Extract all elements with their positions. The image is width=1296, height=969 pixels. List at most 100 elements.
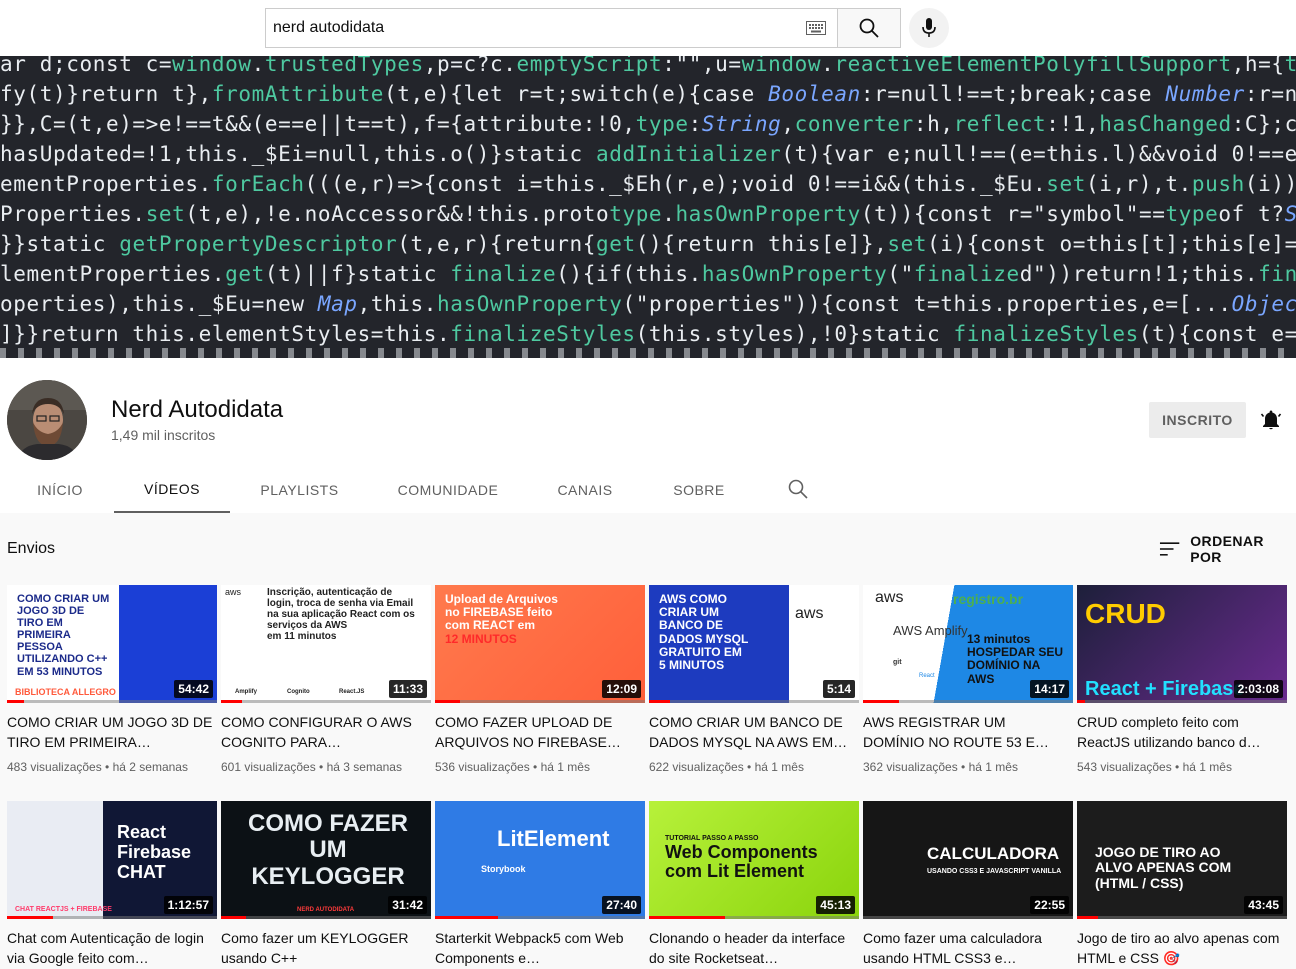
duration-badge: 11:33 [388,680,427,698]
search-input[interactable] [273,9,793,47]
thumbnail-text: COMO FAZER UM KEYLOGGER [243,810,413,890]
thumbnail-react-label: React [919,673,935,679]
video-title[interactable]: Starterkit Webpack5 com Web Components e… [435,928,645,968]
banner-code-line: Properties.set(t,e),!e.noAccessor&&!this… [0,202,1296,226]
video-thumbnail[interactable]: React Firebase CHAT CHAT REACTJS + FIREBASE… [7,801,217,919]
section-title: Envios [7,540,56,557]
video-thumbnail[interactable]: COMO CRIAR UM JOGO 3D DE TIRO EM PRIMEIRA PE… [7,585,217,703]
thumbnail-text-line: PRIMEIRA [17,629,71,642]
video-thumbnail[interactable]: Inscrição, autenticação de login, troca d… [221,585,431,703]
tab-sobre[interactable]: SOBRE [643,466,755,514]
video-card[interactable]: COMO FAZER UM KEYLOGGER NERD AUTODIDATA 31:… [221,801,431,968]
search-icon [859,18,879,38]
video-thumbnail[interactable]: 13 minutos HOSPEDAR SEU DOMÍNIO NA AWS aws re… [863,585,1073,703]
channel-name: Nerd Autodidata [111,396,284,423]
search-box[interactable] [265,8,837,48]
video-thumbnail[interactable]: COMO FAZER UM KEYLOGGER NERD AUTODIDATA 31:… [221,801,431,919]
video-title[interactable]: Chat com Autenticação de login via Googl… [7,928,217,968]
video-card[interactable]: Upload de Arquivos no FIREBASE feito com R… [435,585,645,774]
banner-code-line: ]}}return this.elementStyles=this.finali… [0,322,1296,346]
notification-bell-icon[interactable] [1259,408,1283,432]
watch-progress-bar [7,700,24,703]
thumbnail-logo-label: Cognito [287,689,310,695]
sort-button[interactable]: ORDENAR POR [1159,533,1296,565]
thumbnail-badge: aws [795,605,824,622]
video-title[interactable]: Jogo de tiro ao alvo apenas com HTML e C… [1077,928,1287,968]
video-title[interactable]: Clonando o header da interface do site R… [649,928,859,968]
video-thumbnail[interactable]: Upload de Arquivos no FIREBASE feito com R… [435,585,645,703]
thumbnail-text: AWS COMO CRIAR UM BANCO DE DADOS MYSQL GRATU… [659,592,748,672]
thumbnail-text-line: JOGO 3D DE [17,605,85,618]
thumbnail-text-line: ALVO APENAS COM [1095,859,1232,876]
video-title[interactable]: COMO CRIAR UM BANCO DE DADOS MYSQL NA AW… [649,712,859,752]
subscriber-count: 1,49 mil inscritos [111,427,216,443]
banner-code-keyword: get [595,232,636,256]
banner-code-line: ementProperties.forEach(((e,r)=>{const i… [0,172,1296,196]
watch-progress-bar [1077,700,1086,703]
search-button[interactable] [837,8,901,48]
banner-code-keyword: getPropertyDescriptor [119,232,398,256]
video-card[interactable]: CALCULADORA USANDO CSS3 E JAVASCRIPT VANI… [863,801,1073,968]
banner-code-line: }}static getPropertyDescriptor(t,e,r){re… [0,232,1296,256]
thumbnail-text-line: em 11 minutos [267,631,337,642]
thumbnail-text-line: JOGO DE TIRO AO [1095,844,1221,860]
video-thumbnail[interactable]: TUTORIAL PASSO A PASSO Web Components com … [649,801,859,919]
video-title[interactable]: COMO CONFIGURAR O AWS COGNITO PARA… [221,712,431,752]
tab-playlists[interactable]: PLAYLISTS [231,466,368,514]
watch-progress-bar [435,916,498,919]
video-card[interactable]: React Firebase CHAT CHAT REACTJS + FIREBASE… [7,801,217,968]
duration-badge: 27:40 [602,896,641,914]
channel-search-icon[interactable] [787,478,809,500]
banner-code-keyword: hasOwnProperty [437,292,623,316]
watch-progress-bar [649,700,670,703]
video-card[interactable]: 13 minutos HOSPEDAR SEU DOMÍNIO NA AWS aws re… [863,585,1073,774]
thumbnail-text: Upload de Arquivos no FIREBASE feito com R… [445,592,558,646]
watch-progress-track [221,916,431,919]
avatar[interactable] [7,380,87,460]
video-card[interactable]: TUTORIAL PASSO A PASSO Web Components com … [649,801,859,968]
video-card[interactable]: COMO CRIAR UM JOGO 3D DE TIRO EM PRIMEIRA PE… [7,585,217,774]
tab-inicio[interactable]: INÍCIO [7,466,113,514]
thumbnail-badge: aws [225,587,242,597]
keyboard-icon[interactable] [806,21,826,35]
tab-videos[interactable]: VÍDEOS [114,466,230,514]
video-card[interactable]: LitElement Storybook 27:40 Starterkit Webpa… [435,801,645,968]
video-title[interactable]: COMO CRIAR UM JOGO 3D DE TIRO EM PRIMEIR… [7,712,217,752]
video-card[interactable]: AWS COMO CRIAR UM BANCO DE DADOS MYSQL GRATU… [649,585,859,774]
banner-code-keyword: set [887,232,928,256]
banner-code-keyword: String [701,112,782,136]
thumbnail-git-label: git [893,659,902,666]
watch-progress-bar [649,916,725,919]
subscribe-button[interactable]: INSCRITO [1149,402,1246,438]
tab-comunidade[interactable]: COMUNIDADE [369,466,527,514]
video-title[interactable]: Como fazer um KEYLOGGER usando C++ [221,928,431,968]
watch-progress-bar [1077,916,1098,919]
banner-code-keyword: window [172,56,252,76]
video-thumbnail[interactable]: JOGO DE TIRO AO ALVO APENAS COM (HTML / CS… [1077,801,1287,919]
tab-canais[interactable]: CANAIS [528,466,642,514]
thumbnail-text-line: COMO CRIAR UM [17,593,110,605]
video-card[interactable]: CRUD React + Firebase 2:03:08 CRUD completo… [1077,585,1287,774]
video-title[interactable]: AWS REGISTRAR UM DOMÍNIO NO ROUTE 53 E… [863,712,1073,752]
video-title[interactable]: CRUD completo feito com ReactJS utilizan… [1077,712,1287,752]
video-title[interactable]: Como fazer uma calculadora usando HTML C… [863,928,1073,968]
thumbnail-text: COMO CRIAR UM JOGO 3D DE TIRO EM PRIMEIRA PE… [17,593,109,678]
video-thumbnail[interactable]: AWS COMO CRIAR UM BANCO DE DADOS MYSQL GRATU… [649,585,859,703]
thumbnail-text-line: com Lit Element [665,861,805,882]
watch-progress-track [1077,700,1287,703]
voice-search-button[interactable] [909,8,949,48]
video-thumbnail[interactable]: LitElement Storybook 27:40 [435,801,645,919]
banner-code-keyword: push [1191,172,1245,196]
thumbnail-text-line: TIRO EM [17,617,63,630]
video-title[interactable]: COMO FAZER UPLOAD DE ARQUIVOS NO FIREBAS… [435,712,645,752]
watch-progress-track [863,916,1073,919]
thumbnail-text-line: Storybook [481,864,526,875]
banner-code-fade [0,348,1296,358]
video-card[interactable]: Inscrição, autenticação de login, troca d… [221,585,431,774]
banner-code-keyword: emptyScript [516,56,663,76]
video-card[interactable]: JOGO DE TIRO AO ALVO APENAS COM (HTML / CS… [1077,801,1287,968]
video-thumbnail[interactable]: CRUD React + Firebase 2:03:08 [1077,585,1287,703]
video-thumbnail[interactable]: CALCULADORA USANDO CSS3 E JAVASCRIPT VANI… [863,801,1073,919]
duration-badge: 1:12:57 [163,896,213,914]
watch-progress-bar [221,700,242,703]
